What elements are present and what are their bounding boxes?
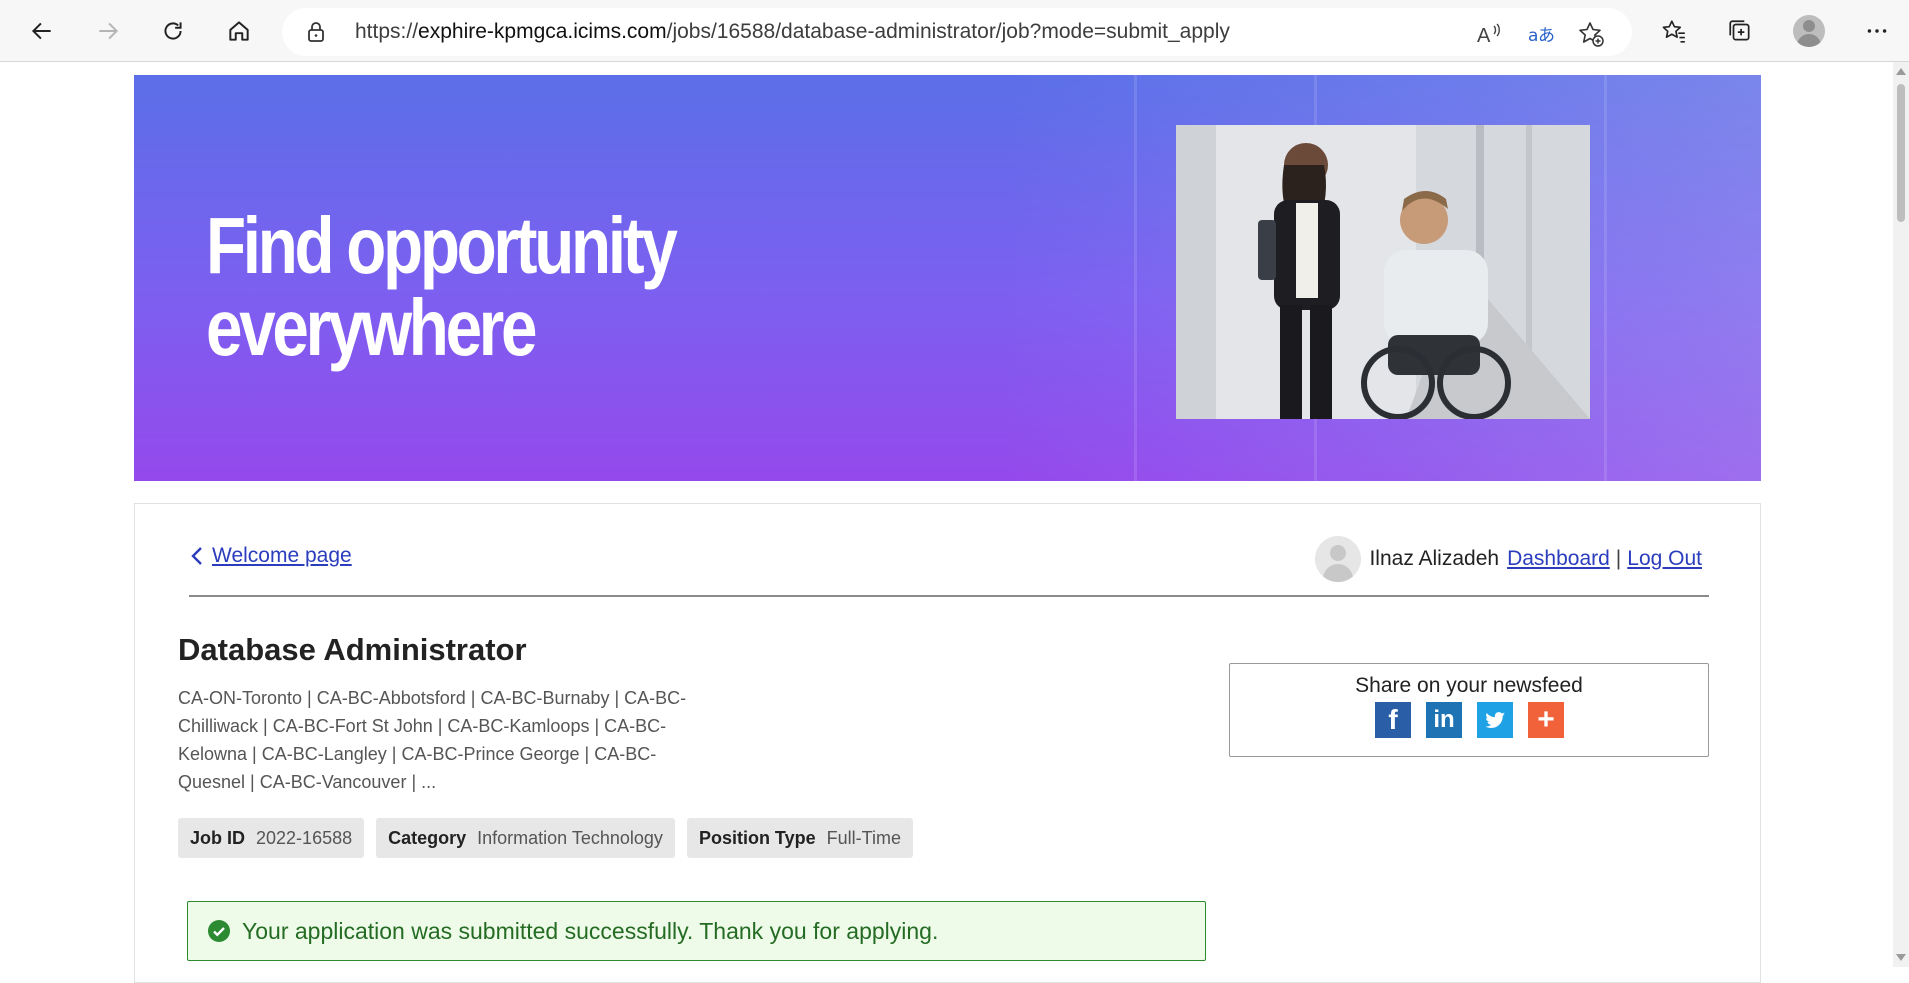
refresh-icon[interactable]	[151, 9, 195, 53]
collections-icon[interactable]	[1718, 9, 1762, 53]
logout-link[interactable]: Log Out	[1627, 547, 1702, 571]
url-prefix: https://	[355, 20, 419, 43]
tag-label: Job ID	[190, 827, 246, 848]
position-type-tag: Position Type Full-Time	[686, 818, 913, 858]
translate-icon[interactable]: aあ	[1527, 20, 1555, 48]
user-avatar-icon	[1315, 536, 1362, 582]
office-people-illustration	[1176, 125, 1590, 419]
job-locations: CA-ON-Toronto | CA-BC-Abbotsford | CA-BC…	[178, 688, 687, 792]
svg-text:a: a	[1528, 26, 1538, 46]
linkedin-icon[interactable]: in	[1426, 702, 1462, 738]
browser-toolbar: https://exphire-kpmgca.icims.com/jobs/16…	[0, 0, 1909, 62]
back-to-welcome-link[interactable]: Welcome page	[190, 544, 352, 568]
tag-value: Information Technology	[477, 827, 663, 848]
scroll-up-arrow-icon[interactable]	[1896, 68, 1906, 75]
scroll-down-arrow-icon[interactable]	[1896, 954, 1906, 961]
share-icons: f in +	[1375, 702, 1564, 738]
tag-value: 2022-16588	[256, 827, 353, 848]
chevron-left-icon	[191, 547, 202, 565]
svg-text:A: A	[1477, 25, 1491, 47]
banner-glass-strip	[1134, 75, 1137, 481]
hero-banner: Find opportunity everywhere	[134, 75, 1761, 481]
svg-text:あ: あ	[1538, 26, 1555, 46]
favorites-icon[interactable]	[1652, 9, 1696, 53]
url-domain: exphire-kpmgca.icims.com	[418, 20, 667, 43]
welcome-page-link[interactable]: Welcome page	[212, 544, 352, 568]
link-separator: |	[1615, 547, 1622, 570]
banner-glass-strip	[1604, 75, 1607, 481]
read-aloud-icon[interactable]: A	[1475, 20, 1503, 48]
lock-icon[interactable]	[304, 20, 328, 44]
address-bar[interactable]: https://exphire-kpmgca.icims.com/jobs/16…	[282, 8, 1632, 56]
category-tag: Category Information Technology	[376, 818, 675, 858]
share-title: Share on your newsfeed	[1355, 674, 1583, 697]
check-circle-icon	[208, 920, 230, 942]
job-title: Database Administrator	[178, 632, 527, 667]
twitter-icon[interactable]	[1477, 702, 1513, 738]
tag-label: Category	[388, 827, 467, 848]
page-scrollbar[interactable]	[1893, 62, 1909, 967]
tag-label: Position Type	[698, 827, 816, 848]
user-menu: Ilnaz Alizadeh Dashboard | Log Out	[1315, 536, 1702, 582]
banner-headline: Find opportunity everywhere	[206, 201, 678, 372]
add-favorite-icon[interactable]	[1577, 20, 1605, 48]
job-id-tag: Job ID 2022-16588	[178, 818, 365, 858]
tag-value: Full-Time	[826, 827, 901, 848]
home-icon[interactable]	[217, 9, 261, 53]
url-text: https://exphire-kpmgca.icims.com/jobs/16…	[355, 20, 1230, 44]
headline-line-1: Find opportunity	[206, 201, 678, 290]
user-name: Ilnaz Alizadeh	[1369, 547, 1500, 570]
dashboard-link[interactable]: Dashboard	[1507, 547, 1610, 571]
profile-avatar-icon[interactable]	[1793, 15, 1825, 47]
url-path: /jobs/16588/database-administrator/job?m…	[666, 20, 1230, 43]
banner-photo	[1176, 125, 1590, 419]
share-panel: Share on your newsfeed f in +	[1229, 663, 1709, 757]
facebook-icon[interactable]: f	[1375, 702, 1411, 738]
scroll-thumb[interactable]	[1897, 84, 1905, 222]
success-alert: Your application was submitted successfu…	[187, 901, 1206, 961]
job-card: Welcome page Ilnaz Alizadeh Dashboard | …	[134, 503, 1761, 983]
job-meta-tags: Job ID 2022-16588 Category Information Tec…	[178, 818, 913, 858]
header-divider	[189, 595, 1709, 597]
back-arrow-icon[interactable]	[20, 9, 64, 53]
more-menu-icon[interactable]	[1855, 9, 1899, 53]
headline-line-2: everywhere	[206, 283, 538, 372]
success-message: Your application was submitted successfu…	[242, 917, 939, 944]
forward-arrow-icon[interactable]	[86, 9, 130, 53]
addthis-plus-icon[interactable]: +	[1528, 702, 1564, 738]
